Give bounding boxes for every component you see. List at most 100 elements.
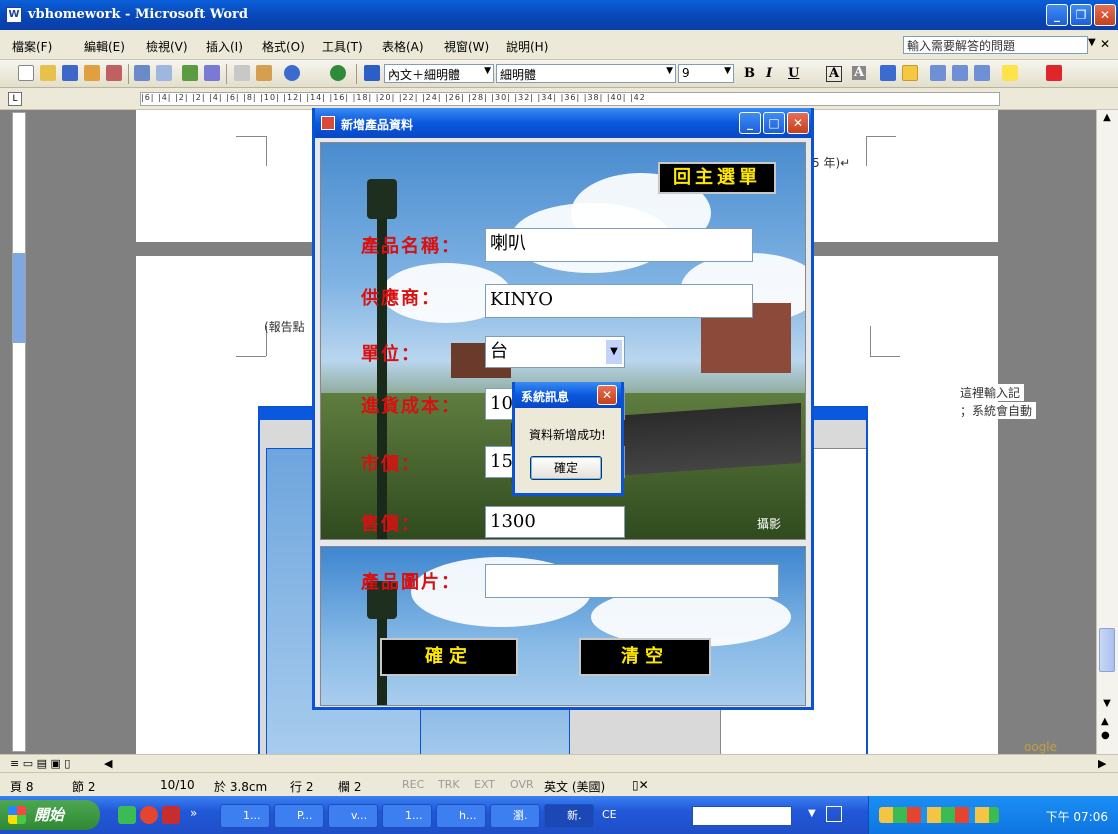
menu-insert[interactable]: 插入(I) — [206, 38, 243, 55]
unit-select[interactable]: 台 ▼ — [485, 336, 625, 368]
scroll-thumb[interactable] — [1099, 628, 1115, 672]
align-left-icon[interactable] — [880, 65, 896, 81]
scroll-down-icon[interactable]: ▼ — [1099, 698, 1115, 714]
justify-icon[interactable] — [902, 65, 918, 81]
undo-icon[interactable] — [284, 65, 300, 81]
italic-button[interactable]: I — [766, 66, 772, 81]
scroll-left-icon[interactable]: ◀ — [104, 757, 112, 770]
form-maximize-button[interactable]: □ — [763, 112, 785, 134]
styles-icon[interactable] — [364, 65, 380, 81]
scroll-up-icon[interactable]: ▲ — [1099, 112, 1115, 128]
open-folder-icon[interactable] — [40, 65, 56, 81]
horizontal-ruler[interactable]: |6| |4| |2| |2| |4| |6| |8| |10| |12| |1… — [140, 92, 1000, 106]
hyperlink-icon[interactable] — [330, 65, 346, 81]
indent-icon[interactable] — [974, 65, 990, 81]
vertical-ruler[interactable] — [12, 112, 26, 752]
taskbar-input-dropdown-icon[interactable]: ▼ — [808, 808, 816, 819]
task-button-5[interactable]: h... — [436, 804, 486, 828]
menu-help[interactable]: 說明(H) — [506, 38, 548, 55]
font-size-combo[interactable]: 9 ▼ — [678, 64, 734, 83]
status-trk[interactable]: TRK — [438, 778, 460, 791]
prev-page-icon[interactable]: ▲ — [1101, 716, 1109, 727]
status-ovr[interactable]: OVR — [510, 778, 534, 791]
save-icon[interactable] — [62, 65, 78, 81]
highlight-icon[interactable] — [1002, 65, 1018, 81]
quicklaunch-icon-1[interactable] — [118, 806, 136, 824]
form-app-icon[interactable] — [321, 116, 335, 130]
windows-logo-icon — [8, 806, 26, 824]
word-app-icon[interactable]: W — [6, 7, 22, 23]
quicklaunch-icon-2[interactable] — [140, 806, 158, 824]
taskbar-address-input[interactable] — [692, 806, 792, 826]
form-minimize-button[interactable]: _ — [739, 112, 761, 134]
restore-button[interactable]: ❐ — [1070, 4, 1092, 26]
document-close-icon[interactable]: ✕ — [1100, 37, 1110, 51]
tray-icons[interactable] — [879, 807, 999, 823]
task-button-6[interactable]: 瀏. — [490, 804, 540, 828]
chevron-down-icon[interactable]: ▼ — [606, 340, 622, 364]
task-button-3[interactable]: v... — [328, 804, 378, 828]
paste-icon[interactable] — [256, 65, 272, 81]
help-dropdown-icon[interactable]: ▼ — [1088, 37, 1096, 48]
view-buttons-icon[interactable]: ≡ ▭ ▤ ▣ ▯ — [10, 757, 70, 770]
close-button[interactable]: ✕ — [1094, 4, 1116, 26]
menu-edit[interactable]: 編輯(E) — [84, 38, 125, 55]
status-rec[interactable]: REC — [402, 778, 424, 791]
bullets-icon[interactable] — [952, 65, 968, 81]
vertical-scrollbar[interactable]: ▲ ▼ ▲ ● — [1096, 110, 1118, 754]
form-close-button[interactable]: ✕ — [787, 112, 809, 134]
spelling-icon[interactable] — [182, 65, 198, 81]
menu-file[interactable]: 檔案(F) — [12, 38, 52, 55]
char-border-button[interactable]: A — [826, 66, 843, 82]
message-ok-button[interactable]: 確定 — [530, 456, 602, 480]
menu-tools[interactable]: 工具(T) — [322, 38, 363, 55]
new-document-icon[interactable] — [18, 65, 34, 81]
numbering-icon[interactable] — [930, 65, 946, 81]
quicklaunch-icon-3[interactable] — [162, 806, 180, 824]
product-name-input[interactable]: 喇叭 — [485, 228, 753, 262]
menu-format[interactable]: 格式(O) — [262, 38, 305, 55]
task-button-7[interactable]: 新. — [544, 804, 594, 828]
clear-button[interactable]: 清空 — [579, 638, 711, 676]
start-button[interactable]: 開始 — [0, 800, 100, 830]
underline-button[interactable]: U — [788, 66, 799, 81]
browse-object-icon[interactable]: ● — [1101, 730, 1110, 741]
status-position: 於 3.8cm — [214, 780, 268, 794]
research-icon[interactable] — [204, 65, 220, 81]
font-combo[interactable]: 細明體 ▼ — [496, 64, 676, 83]
sale-price-input[interactable]: 1300 — [485, 506, 625, 538]
clock[interactable]: 下午 07:06 — [1046, 808, 1108, 825]
confirm-button[interactable]: 確定 — [380, 638, 518, 676]
style-combo[interactable]: 內文＋細明體 ▼ — [384, 64, 494, 83]
menu-table[interactable]: 表格(A) — [382, 38, 424, 55]
permission-icon[interactable] — [84, 65, 100, 81]
supplier-input[interactable]: KINYO — [485, 284, 753, 318]
print-preview-icon[interactable] — [156, 65, 172, 81]
product-photo-input[interactable] — [485, 564, 779, 598]
language-bar[interactable]: CE — [598, 804, 638, 828]
desktop-toggle-icon[interactable] — [826, 806, 842, 822]
copy-icon[interactable] — [234, 65, 250, 81]
bold-button[interactable]: B — [744, 66, 755, 81]
unit-label: 單位： — [361, 344, 421, 365]
minimize-button[interactable]: _ — [1046, 4, 1068, 26]
print-icon[interactable] — [134, 65, 150, 81]
task-button-4[interactable]: 1... — [382, 804, 432, 828]
spelling-status-icon[interactable]: ▯✕ — [632, 778, 649, 792]
menu-window[interactable]: 視窗(W) — [444, 38, 489, 55]
email-icon[interactable] — [106, 65, 122, 81]
back-to-main-menu-button[interactable]: 回主選單 — [658, 162, 776, 194]
ruler-row: L |6| |4| |2| |2| |4| |6| |8| |10| |12| … — [0, 88, 1118, 110]
scroll-right-icon[interactable]: ▶ — [1098, 757, 1106, 770]
char-shading-button[interactable]: A — [852, 66, 867, 80]
task-button-1[interactable]: 1... — [220, 804, 270, 828]
status-ext[interactable]: EXT — [474, 778, 495, 791]
quicklaunch-more-icon[interactable]: » — [190, 806, 197, 820]
menu-view[interactable]: 檢視(V) — [146, 38, 188, 55]
form-title-bar: 新增產品資料 _ □ ✕ — [315, 108, 811, 138]
tab-selector[interactable]: L — [8, 92, 22, 106]
task-button-2[interactable]: P... — [274, 804, 324, 828]
message-box-close-button[interactable]: ✕ — [597, 385, 617, 405]
help-question-input[interactable]: 輸入需要解答的問題 — [903, 36, 1088, 54]
font-color-icon[interactable] — [1046, 65, 1062, 81]
